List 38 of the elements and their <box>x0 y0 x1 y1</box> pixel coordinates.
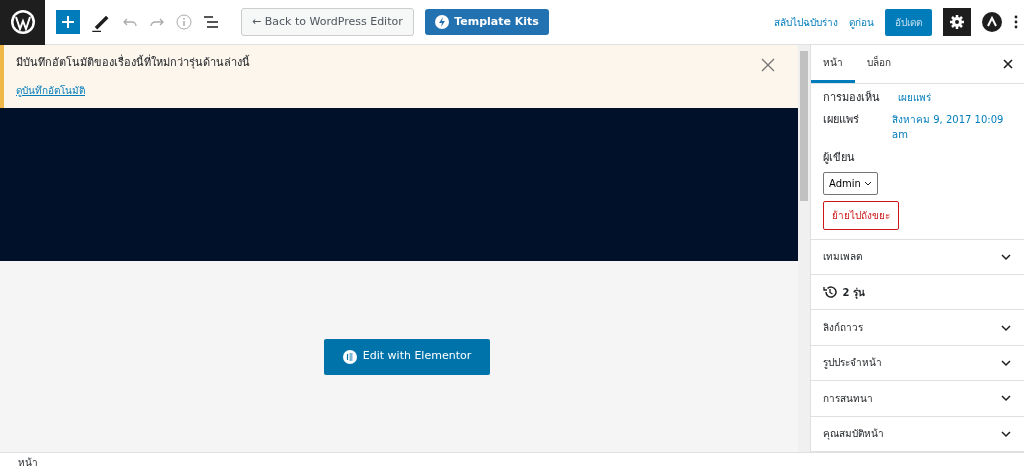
sidebar-panel[interactable]: การสนทนา <box>811 381 1024 417</box>
list-view-icon[interactable] <box>203 14 219 30</box>
move-to-trash-button[interactable]: ย้ายไปถังขยะ <box>823 200 899 230</box>
settings-icon <box>948 14 965 30</box>
history-icon <box>823 285 837 300</box>
wordpress-logo[interactable] <box>9 9 36 35</box>
publish-date-link[interactable]: สิงหาคม 9, 2017 10:09 am <box>892 112 1012 142</box>
elementor-icon <box>343 349 358 364</box>
add-block-button[interactable] <box>56 10 80 34</box>
lightning-icon <box>434 15 449 29</box>
template-kits-button[interactable]: Template Kits <box>424 8 549 36</box>
update-button[interactable]: อัปเดต <box>884 8 932 36</box>
edit-with-elementor-button[interactable]: Edit with Elementor <box>324 338 491 375</box>
scrollbar[interactable] <box>798 45 810 452</box>
author-select[interactable]: Admin <box>823 172 878 196</box>
breadcrumb[interactable]: หน้า <box>18 455 38 470</box>
sidebar-panel[interactable]: เทมเพลต <box>811 239 1024 275</box>
sidebar-panel[interactable]: รูปประจำหน้า <box>811 345 1024 382</box>
notice-message: มีบันทึกอัตโนมัติของเรื่องนี้ที่ใหม่กว่ารุ่นด้านล่างนี้ <box>16 55 250 71</box>
visibility-label: การมองเห็น <box>823 90 881 106</box>
sidebar-tab[interactable]: บล็อก <box>855 45 903 83</box>
back-button[interactable]: ← Back to WordPress Editor <box>241 7 414 37</box>
astra-logo[interactable] <box>981 12 1002 32</box>
more-options-icon[interactable] <box>1012 14 1019 30</box>
visibility-link[interactable]: เผยแพร่ <box>898 90 931 107</box>
sidebar-panel[interactable]: คุณสมบัติหน้า <box>811 416 1024 453</box>
settings-button[interactable] <box>942 8 971 36</box>
published-label: เผยแพร่ <box>823 112 860 128</box>
plus-icon <box>61 15 75 29</box>
close-icon[interactable] <box>1003 59 1013 69</box>
autosave-link[interactable]: ดูบันทึกอัตโนมัติ <box>16 82 250 98</box>
author-label: ผู้เขียน <box>823 150 856 167</box>
preview-link[interactable]: ดูก่อน <box>848 14 874 30</box>
sidebar-tab[interactable]: หน้า <box>811 45 855 83</box>
sidebar-panel[interactable]: ลิงก์ถาวร <box>811 310 1024 346</box>
sidebar-panel[interactable]: 2 รุ่น <box>811 274 1024 311</box>
switch-to-draft-link[interactable]: สลับไปฉบับร่าง <box>773 14 838 30</box>
chevron-down-icon <box>863 180 872 187</box>
